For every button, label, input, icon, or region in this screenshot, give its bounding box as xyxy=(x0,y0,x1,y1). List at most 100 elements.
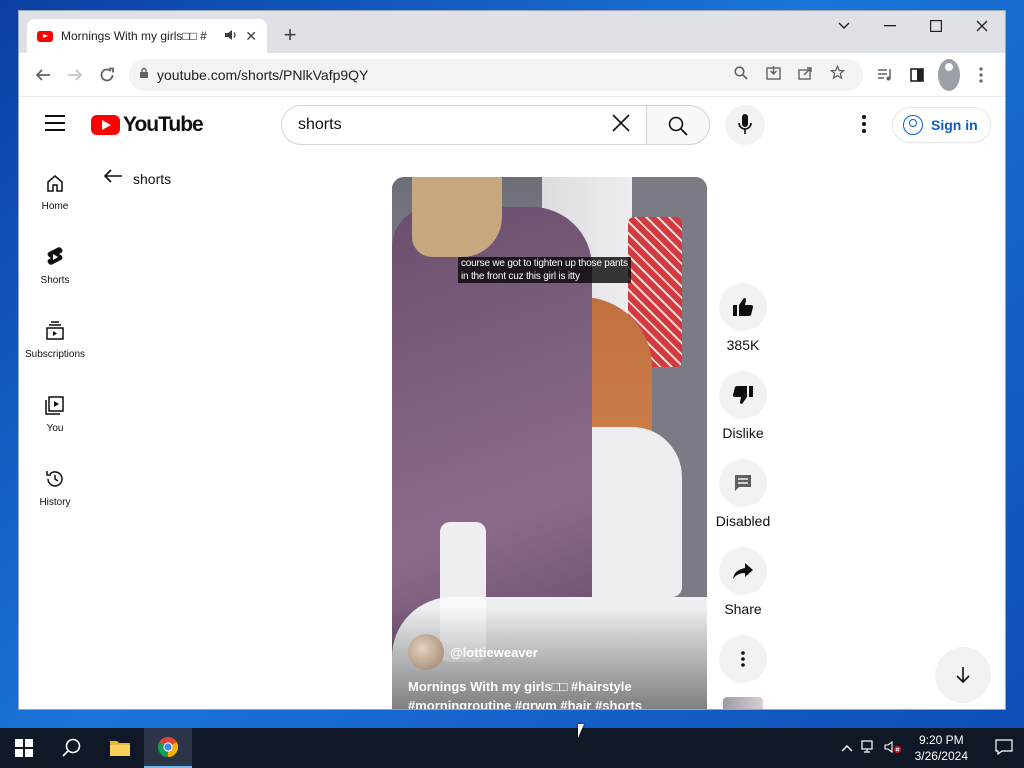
search-query[interactable]: shorts xyxy=(298,116,612,134)
comment-icon[interactable] xyxy=(719,459,767,507)
audio-track-thumbnail[interactable] xyxy=(723,697,763,709)
chrome-menu-icon[interactable] xyxy=(965,59,997,91)
voice-search-button[interactable] xyxy=(725,105,765,145)
new-tab-button[interactable]: + xyxy=(277,23,303,49)
sidebar-item-home[interactable]: Home xyxy=(19,153,91,227)
like-button[interactable]: 385K xyxy=(715,283,771,371)
zoom-search-icon[interactable] xyxy=(725,65,757,84)
hamburger-menu-icon[interactable] xyxy=(45,115,65,131)
microphone-icon xyxy=(738,114,752,134)
sidebar-item-shorts[interactable]: Shorts xyxy=(19,227,91,301)
back-arrow-icon[interactable] xyxy=(27,59,59,91)
shorts-video-player[interactable]: course we got to tighten up those pants … xyxy=(392,177,707,709)
tab-search-icon[interactable] xyxy=(821,11,867,41)
video-title[interactable]: Mornings With my girls□□ #hairstyle #mor… xyxy=(408,677,698,709)
minimize-button[interactable] xyxy=(867,11,913,41)
settings-menu-icon[interactable] xyxy=(861,115,867,135)
browser-window: Mornings With my girls□□ # ✕ + youtube.c… xyxy=(18,10,1006,710)
channel-link[interactable]: @lottieweaver xyxy=(408,634,538,670)
you-icon xyxy=(43,393,67,417)
clock-date: 3/26/2024 xyxy=(914,749,968,763)
share-button[interactable]: Share xyxy=(715,547,771,635)
caption-line: course we got to tighten up those pants xyxy=(461,258,628,269)
clock[interactable]: 9:20 PM 3/26/2024 xyxy=(915,732,968,764)
arrow-down-icon xyxy=(956,667,970,684)
side-panel-icon[interactable] xyxy=(901,59,933,91)
share-icon[interactable] xyxy=(719,547,767,595)
file-explorer-button[interactable] xyxy=(96,728,144,768)
sidebar-item-label: You xyxy=(46,423,64,434)
volume-muted-icon[interactable] xyxy=(881,740,905,757)
back-to-shorts[interactable]: shorts xyxy=(103,167,171,190)
channel-name[interactable]: @lottieweaver xyxy=(450,645,538,660)
sidebar-item-label: Subscriptions xyxy=(24,349,86,360)
notifications-icon[interactable] xyxy=(984,738,1024,758)
maximize-button[interactable] xyxy=(913,11,959,41)
windows-logo-icon xyxy=(15,739,33,757)
media-control-icon[interactable] xyxy=(869,59,901,91)
system-tray: 9:20 PM 3/26/2024 xyxy=(837,728,1024,768)
windows-taskbar: 9:20 PM 3/26/2024 xyxy=(0,728,1024,768)
mouse-cursor xyxy=(578,724,590,738)
sidebar: Home Shorts Subscriptions You History xyxy=(19,153,91,523)
youtube-header: YouTube shorts Sign in xyxy=(19,97,1005,153)
clear-search-icon[interactable] xyxy=(612,112,630,138)
window-controls xyxy=(821,11,1005,41)
chrome-taskbar-button[interactable] xyxy=(144,728,192,768)
chrome-icon xyxy=(157,737,179,758)
youtube-logo[interactable]: YouTube xyxy=(91,113,204,137)
share-label: Share xyxy=(724,601,762,617)
sidebar-item-you[interactable]: You xyxy=(19,375,91,449)
thumbs-down-icon[interactable] xyxy=(719,371,767,419)
video-caption: course we got to tighten up those pants … xyxy=(458,257,631,283)
channel-avatar[interactable] xyxy=(408,634,444,670)
youtube-favicon-icon xyxy=(37,30,53,42)
profile-avatar-icon[interactable] xyxy=(933,58,965,91)
lock-icon[interactable] xyxy=(139,67,157,82)
dislike-label: Dislike xyxy=(722,425,764,441)
account-icon xyxy=(903,115,923,135)
thumbs-up-icon[interactable] xyxy=(719,283,767,331)
search-icon xyxy=(62,738,81,757)
youtube-page: YouTube shorts Sign in Home Shorts Subsc… xyxy=(19,97,1005,709)
logo-text: YouTube xyxy=(123,113,204,136)
caption-line: in the front cuz this girl is itty xyxy=(461,271,580,282)
close-window-button[interactable] xyxy=(959,11,1005,41)
sidebar-item-label: Home xyxy=(41,201,69,212)
dislike-button[interactable]: Dislike xyxy=(715,371,771,459)
back-arrow-icon[interactable] xyxy=(103,167,123,190)
more-vertical-icon[interactable] xyxy=(719,635,767,683)
browser-tab[interactable]: Mornings With my girls□□ # ✕ xyxy=(27,19,267,53)
sign-in-label: Sign in xyxy=(931,117,978,133)
search-input[interactable]: shorts xyxy=(281,105,647,145)
comments-button[interactable]: Disabled xyxy=(715,459,771,547)
sidebar-item-subscriptions[interactable]: Subscriptions xyxy=(19,301,91,375)
url-text[interactable]: youtube.com/shorts/PNlkVafp9QY xyxy=(157,67,725,83)
sidebar-item-label: Shorts xyxy=(40,275,70,286)
sidebar-item-label: History xyxy=(39,497,71,508)
taskbar-search-button[interactable] xyxy=(48,728,96,768)
share-page-icon[interactable] xyxy=(789,66,821,84)
forward-arrow-icon[interactable] xyxy=(59,59,91,91)
install-app-icon[interactable] xyxy=(757,65,789,84)
close-tab-icon[interactable]: ✕ xyxy=(245,28,257,45)
address-bar[interactable]: youtube.com/shorts/PNlkVafp9QY xyxy=(129,58,863,91)
search-icon xyxy=(668,116,688,136)
speaker-icon[interactable] xyxy=(224,29,237,44)
sidebar-item-history[interactable]: History xyxy=(19,449,91,523)
folder-icon xyxy=(110,741,130,756)
reload-icon[interactable] xyxy=(91,59,123,91)
network-icon[interactable] xyxy=(857,739,881,757)
show-hidden-icons-icon[interactable] xyxy=(837,741,857,755)
search-button[interactable] xyxy=(646,105,710,145)
next-video-button[interactable] xyxy=(935,647,991,703)
subscriptions-icon xyxy=(43,319,67,343)
tab-strip: Mornings With my girls□□ # ✕ + xyxy=(19,11,1005,53)
start-button[interactable] xyxy=(0,728,48,768)
shorts-icon xyxy=(43,245,67,269)
browser-toolbar: youtube.com/shorts/PNlkVafp9QY xyxy=(19,53,1005,97)
bookmark-star-icon[interactable] xyxy=(821,64,853,84)
youtube-play-icon xyxy=(91,115,120,135)
sign-in-button[interactable]: Sign in xyxy=(892,107,991,143)
home-icon xyxy=(43,171,67,195)
